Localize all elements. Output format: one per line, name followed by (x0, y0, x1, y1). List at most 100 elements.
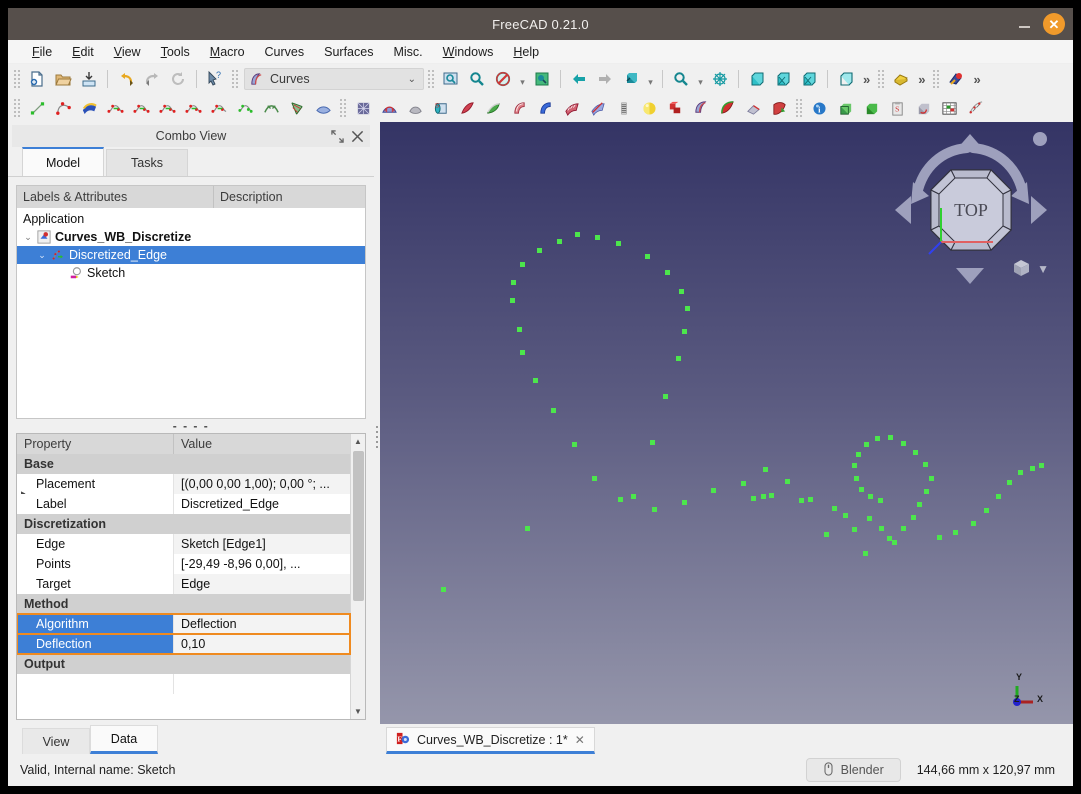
view-forward-icon[interactable] (592, 67, 618, 91)
property-row-edge[interactable]: Edge Sketch [Edge1] (17, 534, 350, 554)
segment-surface-icon[interactable] (558, 96, 584, 120)
property-value[interactable]: [(0,00 0,00 1,00); 0,00 °; ... (174, 474, 350, 494)
property-value[interactable]: Edge (174, 574, 350, 594)
chevron-down-icon[interactable]: ▾ (644, 67, 657, 91)
property-value[interactable]: Sketch [Edge1] (174, 534, 350, 554)
pipeshell-icon[interactable] (454, 96, 480, 120)
menu-tools[interactable]: Tools (151, 42, 200, 62)
blender-navigation-button[interactable]: Blender (805, 758, 901, 782)
tree-item-discretized-edge[interactable]: ⌄ Discretized_Edge (17, 246, 365, 264)
surface-mesh-icon[interactable] (350, 96, 376, 120)
menu-misc[interactable]: Misc. (383, 42, 432, 62)
scroll-down-icon[interactable]: ▼ (351, 704, 366, 719)
front-view-icon[interactable] (744, 67, 770, 91)
property-row-points[interactable]: Points [-29,49 -8,96 0,00], ... (17, 554, 350, 574)
approximate-curve-icon[interactable] (128, 96, 154, 120)
tree-item-application[interactable]: Application (17, 210, 365, 228)
solid-box-icon[interactable] (832, 96, 858, 120)
gordon-surface-icon[interactable] (376, 96, 402, 120)
property-row-deflection[interactable]: Deflection 0,10 (17, 633, 351, 655)
draw-style-icon[interactable] (490, 67, 516, 91)
toolbar-overflow-1[interactable]: » (859, 72, 874, 87)
menu-macro[interactable]: Macro (200, 42, 255, 62)
zoom-icon[interactable] (668, 67, 694, 91)
blend-curve-icon[interactable] (76, 96, 102, 120)
whats-this-icon[interactable]: ? (202, 67, 228, 91)
toolbar-overflow-2[interactable]: » (914, 72, 929, 87)
menu-surfaces[interactable]: Surfaces (314, 42, 383, 62)
tree-item-document[interactable]: ⌄ Curves_WB_Discretize (17, 228, 365, 246)
sweep2rails-icon[interactable] (480, 96, 506, 120)
multi-loft-icon[interactable] (662, 96, 688, 120)
sphere-icon[interactable] (636, 96, 662, 120)
toolbar-grip[interactable] (427, 69, 435, 89)
menu-windows[interactable]: Windows (433, 42, 504, 62)
menu-edit[interactable]: Edit (62, 42, 104, 62)
property-row-placement[interactable]: ▸ Placement [(0,00 0,00 1,00); 0,00 °; .… (17, 474, 350, 494)
property-value[interactable]: Discretized_Edge (174, 494, 350, 514)
bezier-curve-icon[interactable] (50, 96, 76, 120)
flatten-face-icon[interactable] (402, 96, 428, 120)
scroll-up-icon[interactable]: ▲ (351, 434, 366, 449)
minimize-button[interactable] (1017, 16, 1033, 32)
info-icon[interactable]: i (806, 96, 832, 120)
tab-data[interactable]: Data (90, 725, 158, 754)
rear-view-icon[interactable] (833, 67, 859, 91)
property-value[interactable]: Deflection (174, 614, 350, 634)
document-tab[interactable]: F Curves_WB_Discretize : 1* ✕ (386, 727, 595, 754)
grid-icon[interactable] (936, 96, 962, 120)
panel-splitter[interactable]: - - - - (8, 419, 374, 433)
join-curve-icon[interactable] (206, 96, 232, 120)
property-row-algorithm[interactable]: Algorithm Deflection (17, 613, 351, 635)
tab-view[interactable]: View (22, 728, 90, 754)
close-button[interactable]: ✕ (1043, 13, 1065, 35)
paste-icon[interactable]: S (884, 96, 910, 120)
std-views-icon[interactable] (618, 67, 644, 91)
curve-extend-icon[interactable] (258, 96, 284, 120)
toolbar-grip[interactable] (877, 69, 886, 89)
menu-view[interactable]: View (104, 42, 151, 62)
property-value[interactable]: 0,10 (174, 634, 350, 654)
menu-file[interactable]: FFileile (22, 42, 62, 62)
chevron-down-icon[interactable]: ▾ (516, 67, 529, 91)
green-box-icon[interactable] (858, 96, 884, 120)
right-view-icon[interactable] (796, 67, 822, 91)
menu-curves[interactable]: Curves (255, 42, 315, 62)
scrollbar-thumb[interactable] (352, 451, 364, 601)
points-icon[interactable] (962, 96, 988, 120)
extract-subshape-icon[interactable] (766, 96, 792, 120)
sublink-icon[interactable]: S (428, 96, 454, 120)
chevron-down-icon[interactable]: ⌄ (35, 250, 49, 261)
scrollbar-track[interactable] (351, 449, 366, 704)
macro-icon[interactable] (888, 67, 914, 91)
property-row-target[interactable]: Target Edge (17, 574, 350, 594)
toolbar-grip[interactable] (231, 69, 239, 89)
interpolation-curve-icon[interactable] (102, 96, 128, 120)
fit-all-icon[interactable] (438, 67, 464, 91)
split-curve-icon[interactable] (232, 96, 258, 120)
profile-support-icon[interactable] (506, 96, 532, 120)
workbench-selector[interactable]: Curves ⌄ (244, 68, 424, 90)
view-back-icon[interactable] (566, 67, 592, 91)
refresh-icon[interactable] (165, 67, 191, 91)
save-document-icon[interactable] (76, 67, 102, 91)
close-icon[interactable] (351, 130, 364, 143)
toolbar-grip[interactable] (13, 98, 21, 118)
tree-item-sketch[interactable]: Sketch (17, 264, 365, 282)
line-icon[interactable] (24, 96, 50, 120)
curve-on-surface-icon[interactable] (688, 96, 714, 120)
toolbar-overflow-3[interactable]: » (969, 72, 984, 87)
mixed-curve-icon[interactable] (284, 96, 310, 120)
discretize-icon[interactable] (180, 96, 206, 120)
property-row-label[interactable]: Label Discretized_Edge (17, 494, 350, 514)
measure-icon[interactable] (707, 67, 733, 91)
toolbar-grip[interactable] (13, 69, 21, 89)
toolbar-grip[interactable] (339, 98, 347, 118)
property-value[interactable]: [-29,49 -8,96 0,00], ... (174, 554, 350, 574)
toolbar-grip[interactable] (932, 69, 941, 89)
fit-selection-icon[interactable] (464, 67, 490, 91)
chevron-down-icon[interactable]: ⌄ (408, 74, 419, 85)
chevron-down-icon[interactable]: ▾ (694, 67, 707, 91)
float-icon[interactable] (331, 129, 344, 143)
top-view-icon[interactable] (770, 67, 796, 91)
